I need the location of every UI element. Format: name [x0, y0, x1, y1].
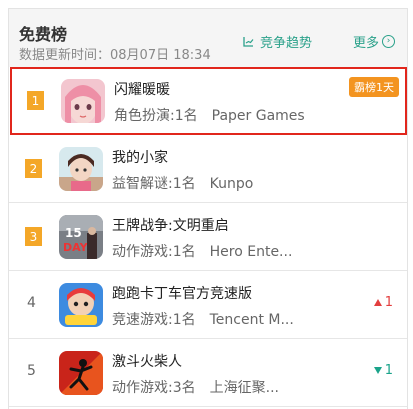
app-developer: Paper Games — [211, 108, 305, 124]
app-category-rank: :1名 — [168, 312, 196, 328]
app-meta: 动作游戏:1名 Hero Ente... — [112, 241, 292, 261]
rank-change: 1 — [373, 363, 393, 378]
app-category: 竞速游戏 — [112, 312, 168, 328]
app-name[interactable]: 闪耀暖暖 — [114, 79, 170, 99]
rank-change-value: 1 — [384, 295, 393, 310]
app-meta: 益智解谜:1名 Kunpo — [112, 173, 253, 193]
trend-chart-icon — [243, 37, 254, 47]
app-icon-stickman-fight — [59, 351, 103, 395]
app-icon-last-day-rules: 15 DAYS — [59, 215, 103, 259]
rank-number: 4 — [27, 295, 36, 311]
list-item[interactable]: 4 跑跑卡丁车官方竞速版 竞速游戏:1名 Tencent M... 1 — [9, 271, 407, 339]
app-icon-my-home — [59, 147, 103, 191]
app-name[interactable]: 激斗火柴人 — [112, 351, 182, 371]
app-category-rank: :1名 — [168, 244, 196, 260]
app-developer: Kunpo — [209, 176, 254, 192]
rank-badge: 3 — [25, 227, 42, 246]
rank-badge: 2 — [25, 159, 42, 178]
app-category: 动作游戏 — [112, 380, 168, 396]
rank-change-value: 1 — [384, 363, 393, 378]
panel-header: 免费榜 数据更新时间：08月07日 18:34 竞争趋势 更多 › — [9, 9, 407, 67]
list-item[interactable]: 5 激斗火柴人 动作游戏:3名 上海征聚... 1 — [9, 339, 407, 407]
list-item[interactable]: 2 我的小家 益智解谜:1名 Kunpo — [9, 135, 407, 203]
svg-text:15: 15 — [65, 226, 82, 240]
app-category: 益智解谜 — [112, 176, 168, 192]
app-meta: 角色扮演:1名 Paper Games — [114, 105, 305, 125]
app-meta: 竞速游戏:1名 Tencent M... — [112, 309, 294, 329]
app-meta: 动作游戏:3名 上海征聚... — [112, 377, 279, 397]
app-category: 动作游戏 — [112, 244, 168, 260]
app-category-rank: :1名 — [168, 176, 196, 192]
arrow-up-icon — [373, 299, 382, 306]
panel-title: 免费榜 — [19, 25, 68, 44]
app-name[interactable]: 王牌战争:文明重启 — [112, 215, 229, 235]
app-developer: 上海征聚... — [209, 380, 279, 396]
competition-trend-link[interactable]: 竞争趋势 — [243, 32, 312, 51]
free-ranking-panel: 免费榜 数据更新时间：08月07日 18:34 竞争趋势 更多 › 1 闪耀暖暖… — [8, 8, 408, 409]
arrow-down-icon — [373, 367, 382, 374]
update-clock: 18:34 — [173, 48, 211, 63]
update-time: 数据更新时间：08月07日 18:34 — [19, 44, 211, 63]
more-label: 更多 — [353, 36, 380, 51]
rank-badge: 1 — [27, 91, 44, 110]
app-name[interactable]: 跑跑卡丁车官方竞速版 — [112, 283, 252, 303]
trend-label: 竞争趋势 — [260, 36, 313, 51]
app-developer: Tencent M... — [209, 312, 294, 328]
rank-number: 5 — [27, 363, 36, 379]
list-item[interactable]: 1 闪耀暖暖 角色扮演:1名 Paper Games 霸榜1天 — [10, 67, 407, 135]
app-category-rank: :3名 — [168, 380, 196, 396]
update-date: 08月07日 — [110, 48, 170, 63]
app-name[interactable]: 我的小家 — [112, 147, 168, 167]
top-chart-badge: 霸榜1天 — [349, 77, 399, 97]
app-category-rank: :1名 — [170, 108, 198, 124]
app-category: 角色扮演 — [114, 108, 170, 124]
app-developer: Hero Ente... — [209, 244, 293, 260]
rank-change: 1 — [373, 295, 393, 310]
update-label: 数据更新时间： — [19, 48, 111, 63]
chevron-right-circle-icon: › — [382, 35, 396, 48]
app-icon-kartrider — [59, 283, 103, 327]
list-item[interactable]: 3 15 DAYS 王牌战争:文明重启 动作游戏:1名 Hero Ente... — [9, 203, 407, 271]
more-link[interactable]: 更多 › — [353, 32, 396, 51]
app-icon-shining-nikki — [61, 79, 105, 123]
